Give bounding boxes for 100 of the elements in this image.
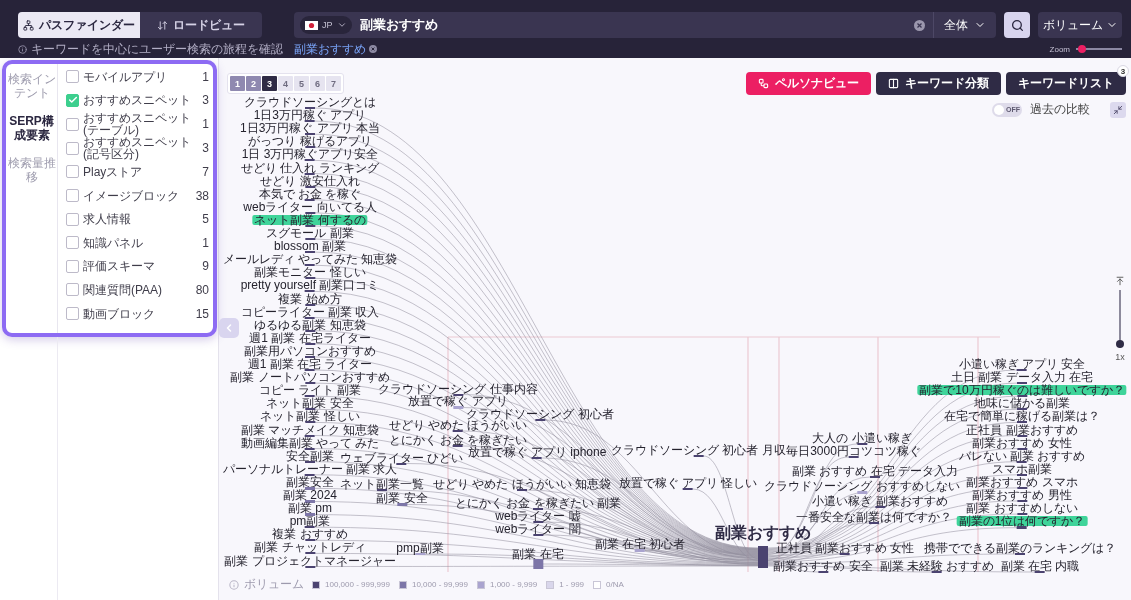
keyword-label[interactable]: 在宅で簡単に稼げる副業は？ [942, 411, 1102, 422]
center-keyword-label[interactable]: 副業おすすめ [715, 525, 811, 541]
keyword-label[interactable]: スグモール 副業 [264, 228, 356, 238]
zoom-thumb[interactable] [1077, 45, 1086, 53]
arrow-to-line-icon[interactable] [1115, 276, 1125, 286]
keyword-label[interactable]: 副業モニター 怪しい [252, 267, 368, 278]
keyword-label[interactable]: 週1 副業 在宅ライター [247, 332, 373, 343]
recent-keyword-link[interactable]: 副業おすすめ [294, 42, 377, 56]
sidebar-tab[interactable]: SERP構成要素 [6, 114, 57, 142]
keyword-label[interactable]: 副業で10万円稼ぐのは難しいですか？ [917, 385, 1127, 396]
exit-fullscreen-button[interactable] [1110, 101, 1126, 118]
keyword-label[interactable]: 副業 プロジェクトマネージャー [222, 555, 398, 566]
keyword-label[interactable]: webライター 闇 [493, 524, 583, 534]
keyword-label[interactable]: せどり やめた ほうがいい 知恵袋 [431, 479, 613, 489]
search-input[interactable]: 副業おすすめ [359, 16, 906, 34]
keyword-label[interactable]: 本気で お金 を稼ぐ [256, 188, 364, 199]
keyword-label[interactable]: 携帯でできる副業のランキングは？ [922, 543, 1118, 553]
keyword-label[interactable]: 副業 在宅 初心者 [592, 539, 688, 549]
keyword-label[interactable]: ネット副業 怪しい [258, 411, 362, 422]
scope-dropdown[interactable]: 全体 [933, 12, 996, 38]
page-button[interactable]: 3 [262, 76, 277, 91]
keyword-label[interactable]: ウェブライター ひどい [337, 452, 466, 463]
keyword-label[interactable]: 副業 おすすめしない [964, 503, 1080, 514]
keyword-label[interactable]: 動画編集副業 やって みた [238, 437, 382, 448]
search-button[interactable] [1004, 12, 1030, 38]
collapse-sidebar-button[interactable] [219, 318, 239, 338]
keyword-label[interactable]: 副業 在宅 [510, 549, 566, 559]
checkbox[interactable] [66, 70, 79, 84]
keyword-label[interactable]: コピー ライト 副業 [256, 385, 364, 396]
zoom-slider[interactable] [1076, 45, 1122, 53]
action-button[interactable]: キーワード分類 [876, 72, 1001, 95]
zoom-thumb[interactable] [1116, 340, 1124, 348]
keyword-label[interactable]: 副業 ノートパソコンおすすめ [228, 372, 392, 383]
keyword-label[interactable]: pretty yourself 副業口コミ [238, 280, 382, 291]
checkbox[interactable] [66, 165, 79, 179]
keyword-label[interactable]: blossom 副業 [272, 241, 348, 252]
keyword-label[interactable]: 副業おすすめ 男性 [970, 490, 1074, 500]
view-tab[interactable]: パスファインダー [18, 12, 140, 38]
country-dropdown[interactable]: JP [300, 16, 352, 34]
keyword-label[interactable]: 複業 おすすめ [270, 529, 350, 540]
keyword-label[interactable]: クラウドソーシング 初心者 [464, 409, 616, 419]
keyword-label[interactable]: 副業 2024 [281, 490, 339, 500]
keyword-label[interactable]: 安全副業 [284, 450, 336, 461]
keyword-label[interactable]: 副業 未経験 おすすめ [877, 561, 997, 571]
keyword-label[interactable]: 副業 おすすめ 在宅 データ入力 [790, 466, 960, 476]
checkbox[interactable] [66, 93, 79, 107]
keyword-label[interactable]: 一番安全な副業は何ですか？ [794, 512, 954, 522]
keyword-label[interactable]: 正社員 副業おすすめ [964, 424, 1080, 435]
keyword-label[interactable]: クラウドソーシング 仕事内容 [376, 383, 540, 394]
keyword-label[interactable]: せどり 激安仕入れ [258, 175, 362, 186]
keyword-label[interactable]: 小遣い稼ぎ 副業おすすめ [810, 496, 950, 506]
keyword-label[interactable]: メールレディ やってみた 知恵袋 [220, 254, 400, 265]
keyword-label[interactable]: webライター 嘘 [493, 511, 583, 521]
keyword-label[interactable]: クラウドソーシングとは [242, 97, 378, 107]
close-icon[interactable] [369, 45, 377, 53]
keyword-label[interactable]: 小遣い稼ぎ アプリ 安全 [956, 359, 1088, 369]
keyword-label[interactable]: クラウドソーシング おすすめしない [762, 480, 962, 491]
keyword-label[interactable]: 副業 安全 [374, 493, 430, 503]
keyword-label[interactable]: 複業 始め方 [276, 293, 344, 304]
keyword-label[interactable]: がっつり 稼げるアプリ [246, 136, 374, 147]
keyword-label[interactable]: 副業安全 [284, 476, 336, 487]
page-button[interactable]: 6 [310, 76, 325, 91]
keyword-label[interactable]: 週1 副業 在宅 ライター [245, 359, 375, 369]
keyword-label[interactable]: 副業おすすめ 女性 [970, 437, 1074, 448]
checkbox[interactable] [66, 141, 79, 155]
keyword-label[interactable]: 副業おすすめ 安全 [771, 561, 875, 571]
zoom-track[interactable] [1116, 290, 1124, 348]
checkbox[interactable] [66, 117, 79, 131]
keyword-label[interactable]: とにかく お金 を稼ぎたい [386, 435, 530, 445]
keyword-label[interactable]: pmp副業 [394, 543, 446, 553]
checkbox[interactable] [66, 236, 79, 250]
page-button[interactable]: 4 [278, 76, 293, 91]
keyword-label[interactable]: 放置で稼ぐ アプリ iphone [465, 447, 609, 457]
keyword-label[interactable]: 副業おすすめ スマホ [964, 476, 1080, 487]
checkbox[interactable] [66, 283, 79, 297]
keyword-label[interactable]: ネット副業 安全 [264, 398, 356, 409]
action-button[interactable]: ペルソナビュー [746, 72, 871, 95]
keyword-label[interactable]: 地味に儲かる副業 [972, 398, 1072, 409]
page-button[interactable]: 7 [326, 76, 341, 91]
keyword-label[interactable]: ゆるゆる副業 知恵袋 [252, 319, 368, 330]
keyword-label[interactable]: 副業 pm [286, 503, 334, 514]
checkbox[interactable] [66, 259, 79, 273]
checkbox[interactable] [66, 212, 79, 226]
keyword-label[interactable]: 副業用パソコンおすすめ [242, 345, 378, 356]
keyword-label[interactable]: webライター 向いてる人 [241, 201, 379, 212]
view-tab[interactable]: ロードビュー [140, 12, 262, 38]
keyword-label[interactable]: 放置で稼ぐ アプリ 怪しい [616, 478, 760, 488]
keyword-label[interactable]: 副業 在宅 内職 [998, 561, 1082, 571]
keyword-label[interactable]: pm副業 [287, 516, 333, 527]
keyword-label[interactable]: コピーライター 副業 収入 [238, 306, 382, 317]
search-field[interactable]: JP 副業おすすめ 全体 [294, 12, 996, 38]
keyword-label[interactable]: バレない 副業 おすすめ [956, 450, 1088, 461]
page-button[interactable]: 5 [294, 76, 309, 91]
keyword-label[interactable]: ネット副業一覧 [338, 479, 426, 489]
checkbox[interactable] [66, 189, 79, 203]
checkbox[interactable] [66, 307, 79, 321]
keyword-label[interactable]: せどり 仕入れ ランキング [238, 162, 382, 173]
keyword-label[interactable]: パーソナルトレーナー 副業 求人 [220, 463, 400, 474]
clear-icon[interactable] [914, 19, 925, 31]
keyword-label[interactable]: 副業 チャットレディ [252, 542, 368, 553]
